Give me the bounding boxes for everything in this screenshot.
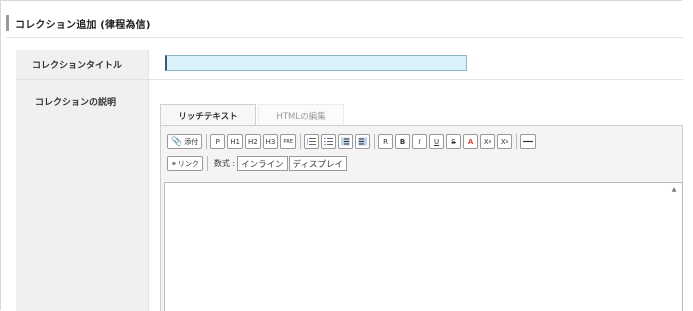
subscript-marker: s <box>505 138 509 145</box>
rich-text-editor-area[interactable]: ▲ <box>164 182 683 311</box>
label-column-divider <box>148 50 149 311</box>
horizontal-rule-icon <box>523 140 534 143</box>
heading1-button[interactable]: H1 <box>227 134 243 149</box>
horizontal-rule-button[interactable] <box>520 134 537 149</box>
underline-button[interactable]: U <box>429 134 445 149</box>
math-display-button[interactable]: ディスプレイ <box>288 156 348 171</box>
collection-description-label: コレクションの説明 <box>35 98 117 108</box>
heading3-button[interactable]: H3 <box>262 134 279 149</box>
toolbar-separator <box>516 134 518 149</box>
bold-button[interactable]: B <box>395 134 411 149</box>
label-column <box>16 50 148 311</box>
paperclip-icon: 📎 <box>171 136 183 147</box>
unordered-list-icon <box>324 137 334 146</box>
superscript-button[interactable]: Xs <box>480 134 496 149</box>
editor-toolbar-row2: ⚭ リンク 数式 : インライン ディスプレイ <box>167 155 348 172</box>
toolbar-separator <box>300 134 302 149</box>
link-icon: ⚭ <box>171 159 177 168</box>
row-divider <box>16 79 683 80</box>
remove-format-button[interactable]: R <box>378 134 394 149</box>
ordered-list-icon <box>307 138 317 145</box>
toolbar-separator <box>206 156 208 171</box>
math-inline-button[interactable]: インライン <box>237 156 288 171</box>
preformatted-button[interactable]: PRE <box>280 134 297 149</box>
toolbar-separator <box>374 134 376 149</box>
link-button[interactable]: ⚭ リンク <box>167 156 203 171</box>
page-title: コレクション追加 (律程為信) <box>15 19 151 31</box>
tab-html-edit[interactable]: HTMLの編集 <box>258 104 344 126</box>
indent-icon <box>341 137 351 146</box>
ordered-list-button[interactable] <box>304 134 320 149</box>
font-color-button[interactable]: A <box>463 134 479 149</box>
collection-title-input[interactable] <box>165 55 467 71</box>
unordered-list-button[interactable] <box>321 134 337 149</box>
italic-button[interactable]: I <box>412 134 428 149</box>
math-label: 数式 : <box>213 159 236 168</box>
page-header: コレクション追加 (律程為信) <box>6 11 686 35</box>
tab-rich-text[interactable]: リッチテキスト <box>160 104 256 126</box>
editor-toolbar-row1: 📎 添付 P H1 H2 H3 PRE R B I U S A Xs Xs <box>167 133 538 150</box>
link-label: リンク <box>177 159 199 168</box>
superscript-marker: s <box>488 138 492 145</box>
indent-button[interactable] <box>338 134 354 149</box>
toolbar-separator <box>206 134 208 149</box>
attach-label: 添付 <box>184 137 199 146</box>
heading2-button[interactable]: H2 <box>244 134 261 149</box>
outdent-button[interactable] <box>355 134 371 149</box>
strikethrough-button[interactable]: S <box>446 134 462 149</box>
subscript-button[interactable]: Xs <box>497 134 513 149</box>
attach-button[interactable]: 📎 添付 <box>167 134 203 149</box>
collection-title-label: コレクションタイトル <box>32 61 123 71</box>
header-accent-bar <box>6 15 9 31</box>
outdent-icon <box>358 137 368 146</box>
paragraph-button[interactable]: P <box>210 134 226 149</box>
scroll-up-arrow-icon[interactable]: ▲ <box>670 185 678 193</box>
header-divider <box>6 37 683 38</box>
